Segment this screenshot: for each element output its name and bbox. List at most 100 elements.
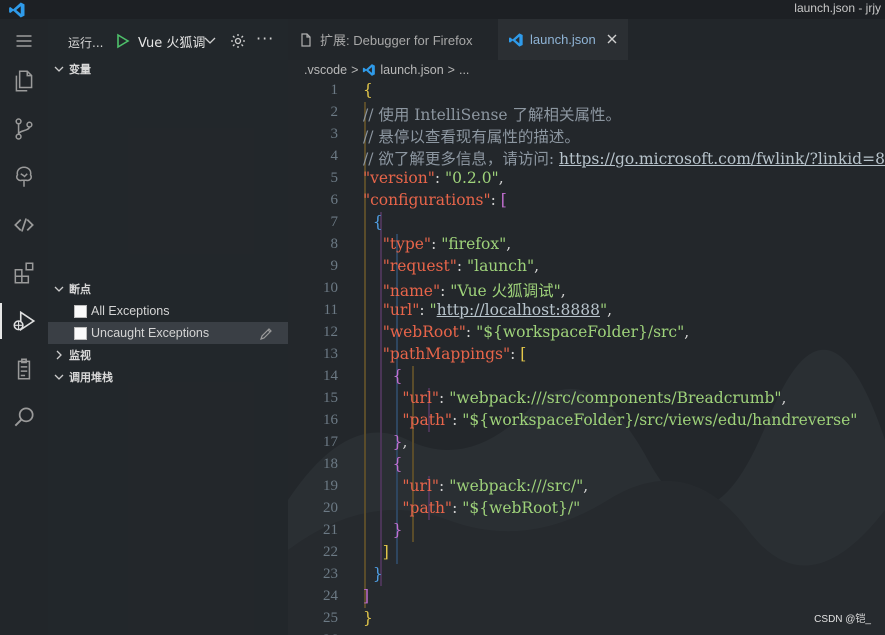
code-token: , xyxy=(560,282,566,300)
line-number: 14 xyxy=(323,368,338,384)
breakpoint-checkbox[interactable] xyxy=(74,326,87,340)
code-line[interactable]: 7 { xyxy=(288,212,885,234)
code-line[interactable]: 25} xyxy=(288,608,885,630)
code-token: : xyxy=(419,301,430,319)
code-token: } xyxy=(372,565,383,583)
code-line[interactable]: 12 "webRoot": "${workspaceFolder}/src", xyxy=(288,322,885,344)
search-button[interactable] xyxy=(0,395,48,439)
code-token: , xyxy=(402,433,408,451)
code-line[interactable]: 11 "url": "http://localhost:8888", xyxy=(288,300,885,322)
breakpoint-label: Uncaught Exceptions xyxy=(91,326,210,340)
debug-config-select[interactable]: Vue 火狐调 xyxy=(138,32,205,51)
code-line[interactable]: 23 } xyxy=(288,564,885,586)
callstack-section-header[interactable]: 调用堆栈 xyxy=(48,366,288,388)
variables-section-header[interactable]: 变量 xyxy=(48,58,288,80)
breakpoint-checkbox[interactable] xyxy=(74,304,87,318)
breadcrumb-folder[interactable]: .vscode xyxy=(304,63,347,77)
line-number: 9 xyxy=(330,258,339,274)
annotation-arrow xyxy=(878,275,885,375)
breakpoints-section-header[interactable]: 断点 xyxy=(48,278,288,300)
source-control-button[interactable] xyxy=(0,107,48,151)
code-token: : xyxy=(465,323,477,341)
breadcrumb-separator: > xyxy=(447,63,455,77)
line-number: 6 xyxy=(330,192,339,208)
code-line[interactable]: 5 "version": "0.2.0", xyxy=(288,168,885,190)
start-debugging-icon[interactable] xyxy=(116,33,130,49)
gear-icon[interactable] xyxy=(230,33,246,49)
run-debug-button[interactable] xyxy=(0,299,48,343)
code-line[interactable]: 8 "type": "firefox", xyxy=(288,234,885,256)
code-line[interactable]: 9 "request": "launch", xyxy=(288,256,885,278)
code-token: : xyxy=(510,345,521,363)
breakpoint-label: All Exceptions xyxy=(91,304,170,318)
tab-extension-debugger[interactable]: 扩展: Debugger for Firefox xyxy=(288,19,498,60)
close-icon[interactable] xyxy=(606,33,618,45)
line-number: 24 xyxy=(323,588,338,604)
code-line[interactable]: 26 xyxy=(288,630,885,635)
code-editor[interactable]: 1{2// 使用 IntelliSense 了解相关属性。 3// 悬停以查看现有… xyxy=(288,80,885,635)
code-line[interactable]: 3 // 悬停以查看现有属性的描述。 xyxy=(288,124,885,146)
code-line[interactable]: 17 }, xyxy=(288,432,885,454)
line-number: 20 xyxy=(323,500,338,516)
code-line[interactable]: 10 "name": "Vue 火狐调试", xyxy=(288,278,885,300)
code-line[interactable]: 15 "url": "webpack:///src/components/Bre… xyxy=(288,388,885,410)
remote-button[interactable] xyxy=(0,203,48,247)
indent-guide xyxy=(412,366,414,388)
code-line[interactable]: 6 "configurations": [ xyxy=(288,190,885,212)
code-token: : xyxy=(490,191,501,209)
chevron-down-icon[interactable] xyxy=(204,36,216,46)
chevron-down-icon xyxy=(54,66,64,72)
breakpoint-item[interactable]: Uncaught Exceptions xyxy=(48,322,288,344)
tree-view-button[interactable] xyxy=(0,155,48,199)
breakpoints-title: 断点 xyxy=(69,283,91,296)
code-line[interactable]: 13 "pathMappings": [ xyxy=(288,344,885,366)
code-line[interactable]: 1{ xyxy=(288,80,885,102)
code-line[interactable]: 2 // 使用 IntelliSense 了解相关属性。 xyxy=(288,102,885,124)
more-actions-button[interactable]: ··· xyxy=(256,29,274,48)
breadcrumb: .vscode > launch.json > ... xyxy=(288,60,885,80)
testing-button[interactable] xyxy=(0,347,48,391)
extensions-button[interactable] xyxy=(0,251,48,295)
line-number: 7 xyxy=(330,214,339,230)
pencil-icon[interactable] xyxy=(258,326,274,342)
code-token: , xyxy=(684,323,690,341)
code-line[interactable]: 18 { xyxy=(288,454,885,476)
code-line[interactable]: 20 "path": "${webRoot}/" xyxy=(288,498,885,520)
code-token: { xyxy=(372,213,383,231)
breadcrumb-file[interactable]: launch.json xyxy=(380,63,443,77)
code-token: "firefox" xyxy=(441,235,507,253)
breakpoint-item[interactable]: All Exceptions xyxy=(48,300,288,322)
watch-section-header[interactable]: 监视 xyxy=(48,344,288,366)
code-line[interactable]: 14 { xyxy=(288,366,885,388)
explorer-button[interactable] xyxy=(0,59,48,103)
code-token: " xyxy=(429,301,437,319)
line-number: 25 xyxy=(323,610,338,626)
code-token: https://go.microsoft.com/fwlink/?linkid=… xyxy=(559,150,885,168)
code-line[interactable]: 4 // 欲了解更多信息，请访问: https://go.microsoft.co… xyxy=(288,146,885,168)
code-token: // 欲了解更多信息，请访问: xyxy=(363,150,560,168)
code-line[interactable]: 21 } xyxy=(288,520,885,542)
code-line[interactable]: 22 ] xyxy=(288,542,885,564)
tab-launch-json[interactable]: launch.json xyxy=(498,19,628,60)
code-line[interactable]: 16 "path": "${workspaceFolder}/src/views… xyxy=(288,410,885,432)
breadcrumb-tail[interactable]: ... xyxy=(459,63,469,77)
line-number: 13 xyxy=(323,346,338,362)
code-token: ] xyxy=(363,587,370,605)
menu-button[interactable] xyxy=(0,19,48,63)
vscode-icon xyxy=(363,64,376,76)
code-token: , xyxy=(607,301,613,319)
code-line[interactable]: 24] xyxy=(288,586,885,608)
code-token: : xyxy=(452,411,463,429)
code-token: "pathMappings" xyxy=(382,345,511,363)
code-token: "launch" xyxy=(466,257,535,275)
code-line[interactable]: 19 "url": "webpack:///src/", xyxy=(288,476,885,498)
code-token: , xyxy=(583,477,589,495)
code-token: "path" xyxy=(402,499,453,517)
